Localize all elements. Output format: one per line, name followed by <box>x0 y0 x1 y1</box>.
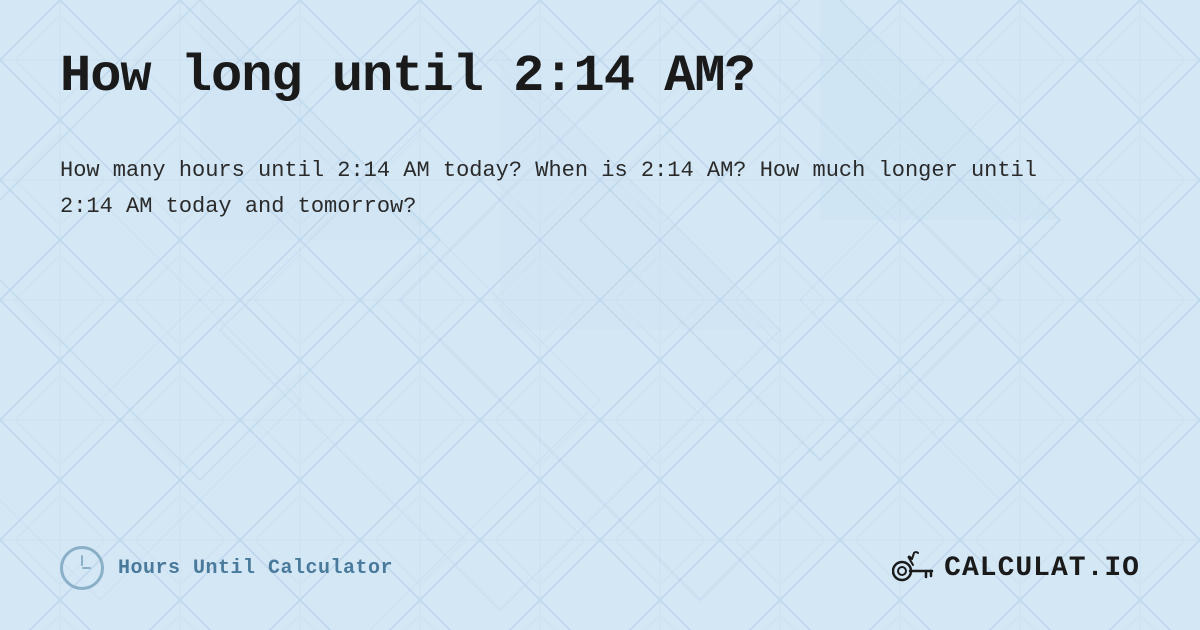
main-section: How long until 2:14 AM? How many hours u… <box>60 48 1140 526</box>
clock-icon <box>60 546 104 590</box>
hours-until-calculator-label: Hours Until Calculator <box>118 557 393 580</box>
page-content: How long until 2:14 AM? How many hours u… <box>0 0 1200 630</box>
page-description: How many hours until 2:14 AM today? When… <box>60 153 1060 226</box>
calculat-logo-icon <box>892 549 934 587</box>
footer: Hours Until Calculator CALCULAT.IO <box>60 526 1140 590</box>
branding-left: Hours Until Calculator <box>60 546 393 590</box>
page-title: How long until 2:14 AM? <box>60 48 1140 105</box>
branding-right: CALCULAT.IO <box>892 549 1140 587</box>
calculat-io-label: CALCULAT.IO <box>944 553 1140 584</box>
